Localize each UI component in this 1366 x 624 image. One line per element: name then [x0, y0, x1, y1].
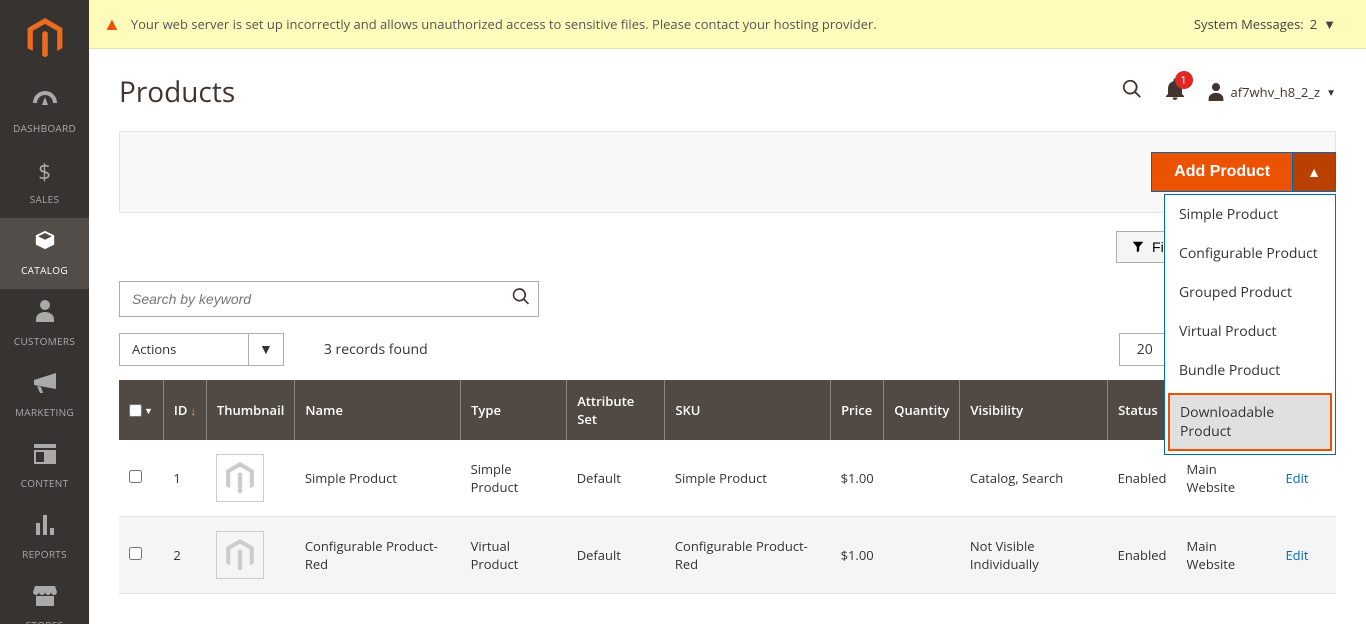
cell-websites: Main Website [1177, 517, 1276, 594]
table-row[interactable]: 1 Simple Product Simple Product Default … [119, 440, 1336, 517]
sidebar-label: DASHBOARD [13, 121, 76, 135]
edit-link[interactable]: Edit [1285, 469, 1308, 487]
actions-select[interactable]: Actions ▼ [119, 333, 284, 366]
sidebar-label: CUSTOMERS [14, 334, 75, 348]
warning-icon: ▲ [103, 12, 121, 36]
add-option-configurable[interactable]: Configurable Product [1165, 234, 1335, 273]
reports-icon [34, 512, 56, 542]
col-price[interactable]: Price [831, 380, 884, 440]
dashboard-icon [33, 86, 57, 116]
row-checkbox[interactable] [129, 547, 142, 560]
cell-visibility: Catalog, Search [960, 440, 1108, 517]
chevron-down-icon: ▼ [1326, 85, 1336, 99]
admin-sidebar: DASHBOARD $ SALES CATALOG CUSTOMERS MARK… [0, 0, 89, 624]
edit-link[interactable]: Edit [1285, 546, 1308, 564]
col-thumbnail[interactable]: Thumbnail [206, 380, 294, 440]
row-checkbox[interactable] [129, 470, 142, 483]
system-messages-toggle[interactable]: System Messages: 2 ▼ [1194, 15, 1336, 33]
col-type[interactable]: Type [461, 380, 567, 440]
user-menu[interactable]: af7whv_h8_2_z ▼ [1207, 83, 1337, 101]
add-option-virtual[interactable]: Virtual Product [1165, 312, 1335, 351]
cell-qty [884, 440, 960, 517]
marketing-icon [34, 370, 56, 400]
sidebar-label: CATALOG [21, 263, 68, 277]
add-product-button[interactable]: Add Product [1151, 152, 1293, 192]
chevron-down-icon: ▼ [1323, 15, 1336, 33]
add-option-bundle[interactable]: Bundle Product [1165, 351, 1335, 390]
customer-icon [35, 299, 55, 329]
col-sku[interactable]: SKU [665, 380, 831, 440]
content-icon [34, 441, 56, 471]
cell-name: Configurable Product-Red [295, 517, 461, 594]
select-all-checkbox[interactable] [129, 404, 142, 417]
add-option-grouped[interactable]: Grouped Product [1165, 273, 1335, 312]
sidebar-label: CONTENT [21, 476, 69, 490]
user-icon [1207, 83, 1225, 101]
add-product-dropdown: Simple Product Configurable Product Grou… [1164, 194, 1336, 455]
page-title: Products [119, 73, 1121, 111]
sidebar-item-customers[interactable]: CUSTOMERS [0, 289, 89, 360]
cell-thumbnail [206, 517, 294, 594]
add-option-simple[interactable]: Simple Product [1165, 195, 1335, 234]
notification-badge: 1 [1175, 71, 1193, 89]
cell-type: Simple Product [461, 440, 567, 517]
sidebar-item-stores[interactable]: STORES [0, 573, 89, 624]
search-input[interactable] [119, 281, 539, 317]
col-checkbox[interactable]: ▼ [119, 380, 163, 440]
system-message-bar: ▲ Your web server is set up incorrectly … [89, 0, 1366, 49]
col-id[interactable]: ID↓ [163, 380, 206, 440]
sidebar-label: STORES [26, 618, 64, 624]
page-header: Products 1 af7whv_h8_2_z ▼ [89, 49, 1366, 131]
add-option-downloadable[interactable]: Downloadable Product [1168, 393, 1332, 451]
table-row[interactable]: 2 Configurable Product-Red Virtual Produ… [119, 517, 1336, 594]
products-grid: ▼ ID↓ Thumbnail Name Type Attribute Set … [119, 380, 1336, 594]
cell-id: 2 [163, 517, 206, 594]
cell-status: Enabled [1108, 517, 1177, 594]
cell-name: Simple Product [295, 440, 461, 517]
cell-attr-set: Default [567, 440, 665, 517]
col-visibility[interactable]: Visibility [960, 380, 1108, 440]
cell-attr-set: Default [567, 517, 665, 594]
catalog-icon [34, 228, 56, 258]
dollar-icon: $ [38, 157, 51, 187]
sidebar-label: MARKETING [15, 405, 74, 419]
sidebar-item-dashboard[interactable]: DASHBOARD [0, 76, 89, 147]
cell-price: $1.00 [831, 517, 884, 594]
add-product-toggle[interactable]: ▲ [1293, 152, 1336, 192]
sidebar-label: SALES [30, 192, 60, 206]
col-qty[interactable]: Quantity [884, 380, 960, 440]
records-found: 3 records found [324, 340, 428, 359]
sidebar-item-sales[interactable]: $ SALES [0, 147, 89, 218]
search-icon[interactable] [1121, 77, 1143, 107]
cell-price: $1.00 [831, 440, 884, 517]
cell-sku: Configurable Product-Red [665, 517, 831, 594]
cell-sku: Simple Product [665, 440, 831, 517]
col-attr-set[interactable]: Attribute Set [567, 380, 665, 440]
col-name[interactable]: Name [295, 380, 461, 440]
sidebar-item-marketing[interactable]: MARKETING [0, 360, 89, 431]
stores-icon [33, 583, 57, 613]
add-product-bar: Add Product ▲ Simple Product Configurabl… [119, 131, 1336, 213]
cell-type: Virtual Product [461, 517, 567, 594]
cell-qty [884, 517, 960, 594]
notifications-icon[interactable]: 1 [1165, 77, 1185, 107]
filter-icon [1131, 240, 1145, 254]
cell-visibility: Not Visible Individually [960, 517, 1108, 594]
cell-id: 1 [163, 440, 206, 517]
magento-logo[interactable] [0, 0, 89, 76]
sidebar-item-content[interactable]: CONTENT [0, 431, 89, 502]
chevron-down-icon: ▼ [249, 333, 284, 366]
sidebar-item-catalog[interactable]: CATALOG [0, 218, 89, 289]
cell-thumbnail [206, 440, 294, 517]
search-submit-icon[interactable] [511, 286, 531, 313]
sidebar-label: REPORTS [22, 547, 67, 561]
sidebar-item-reports[interactable]: REPORTS [0, 502, 89, 573]
system-message-text: Your web server is set up incorrectly an… [131, 15, 1194, 33]
